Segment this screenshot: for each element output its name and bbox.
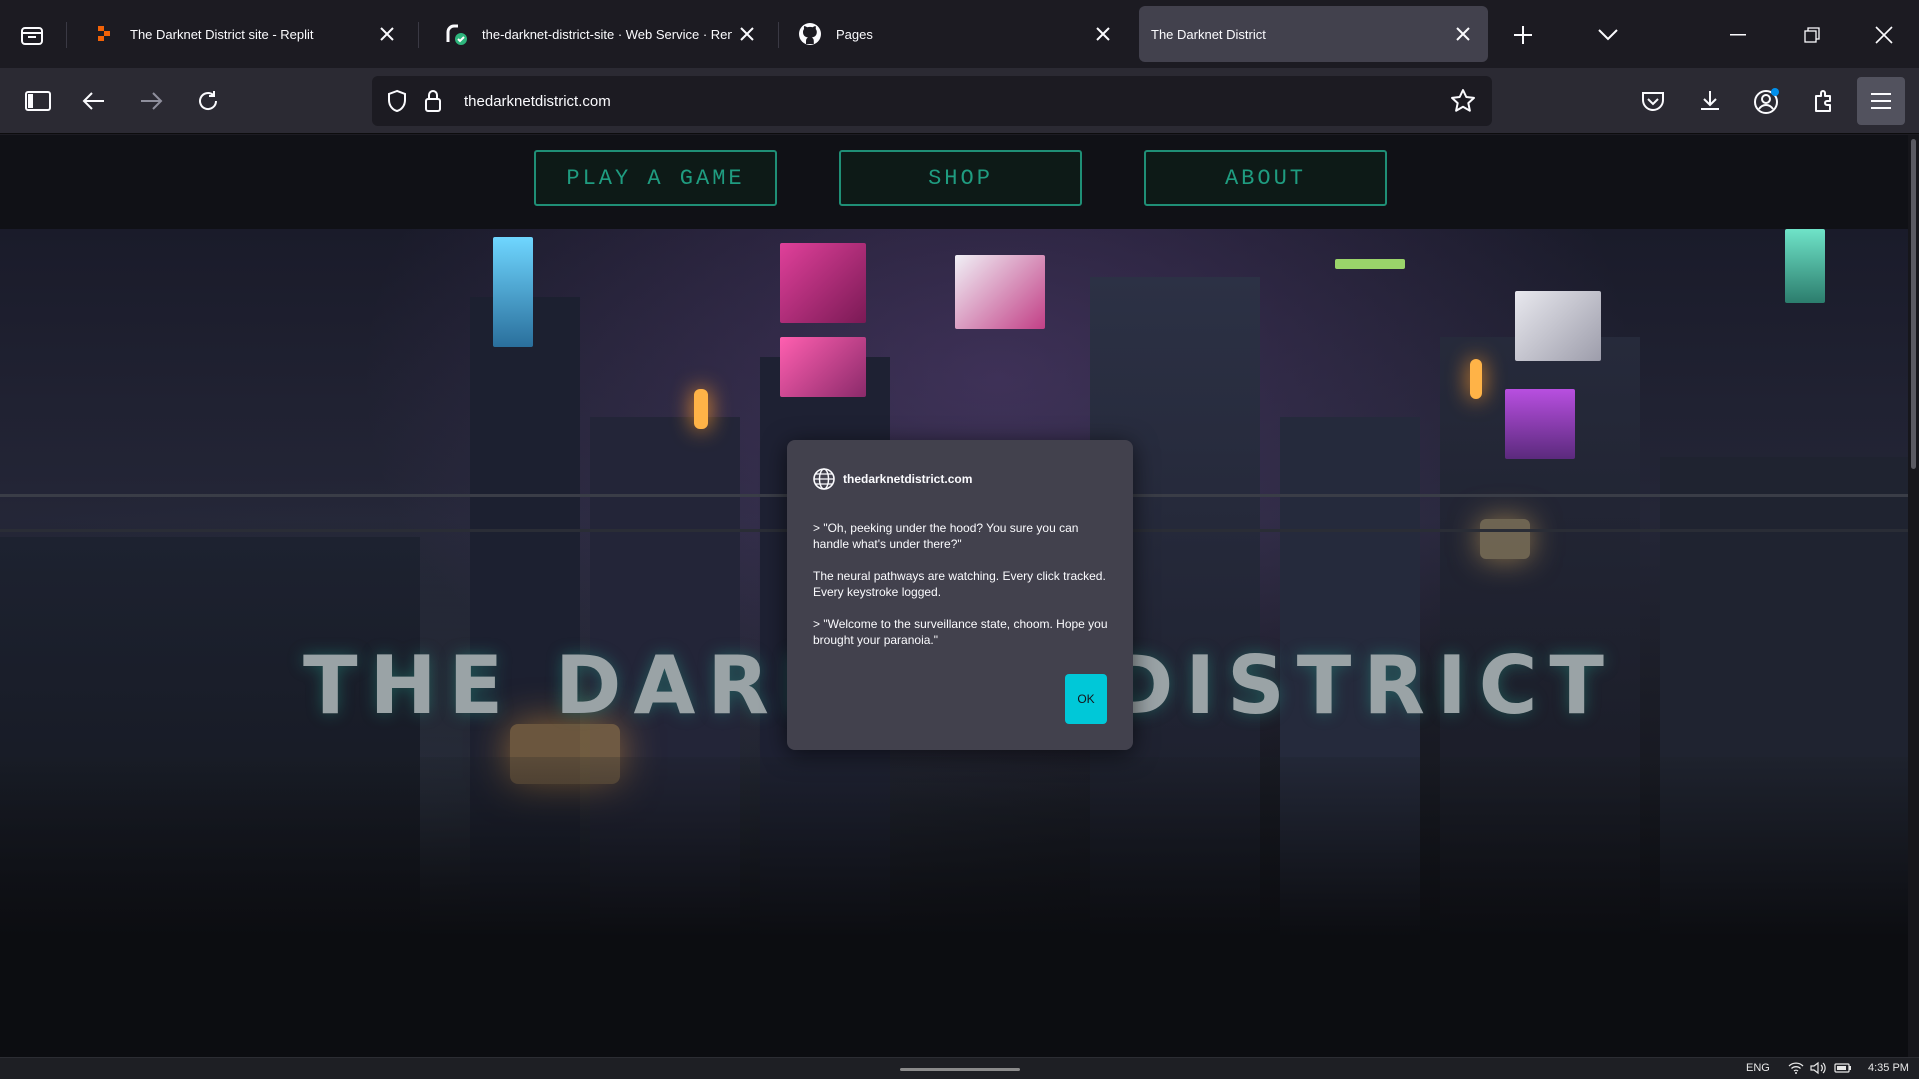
app-menu-button[interactable] <box>1857 77 1905 125</box>
dialog-paragraph: > "Oh, peeking under the hood? You sure … <box>813 521 1079 551</box>
wifi-icon <box>1788 1062 1804 1074</box>
close-tab-icon[interactable] <box>372 19 402 49</box>
foreground-shacks <box>0 757 1919 1057</box>
url-text[interactable]: thedarknetdistrict.com <box>464 93 1448 110</box>
forward-button[interactable] <box>132 82 170 120</box>
firefox-view-icon <box>21 27 43 45</box>
street-lamp <box>1470 359 1482 399</box>
sidebar-toggle-button[interactable] <box>19 82 57 120</box>
dialog-header: thedarknetdistrict.com <box>813 468 972 490</box>
clock[interactable]: 4:35 PM <box>1868 1062 1909 1074</box>
billboard <box>1785 229 1825 303</box>
pocket-button[interactable] <box>1634 82 1672 120</box>
sidebar-icon <box>25 91 51 111</box>
clock-time: 4:35 PM <box>1868 1062 1909 1074</box>
tab-strip: The Darknet District site - Replit the-d… <box>0 0 1919 68</box>
billboard <box>955 255 1045 329</box>
about-button[interactable]: ABOUT <box>1144 150 1387 206</box>
firefox-view-button[interactable] <box>12 17 52 53</box>
close-tab-icon[interactable] <box>732 19 762 49</box>
tracking-protection-shield-icon[interactable] <box>382 86 412 116</box>
replit-icon <box>92 22 116 46</box>
restore-icon <box>1804 27 1820 43</box>
extensions-button[interactable] <box>1805 82 1843 120</box>
account-icon <box>1754 88 1779 114</box>
plus-icon <box>1514 26 1532 44</box>
alert-dialog: thedarknetdistrict.com > "Oh, peeking un… <box>787 440 1133 750</box>
downloads-button[interactable] <box>1691 82 1729 120</box>
tab-separator <box>66 22 67 48</box>
close-icon <box>1875 26 1893 44</box>
battery-icon <box>1834 1063 1851 1073</box>
dialog-message: > "Oh, peeking under the hood? You sure … <box>813 520 1113 664</box>
minimize-icon <box>1730 34 1746 36</box>
system-tray-icons[interactable] <box>1788 1061 1852 1075</box>
back-button[interactable] <box>75 82 113 120</box>
puzzle-icon <box>1815 90 1831 112</box>
os-taskbar: ENG 4:35 PM <box>0 1057 1919 1079</box>
new-tab-button[interactable] <box>1505 17 1541 53</box>
hamburger-menu-icon <box>1871 93 1891 109</box>
reload-button[interactable] <box>189 82 227 120</box>
tab-title: The Darknet District <box>1151 26 1266 42</box>
github-icon <box>798 22 822 46</box>
site-navigation: PLAY A GAME SHOP ABOUT <box>0 135 1919 229</box>
street-lamp <box>694 389 708 429</box>
dialog-origin: thedarknetdistrict.com <box>843 472 973 486</box>
tab-darknet-district[interactable]: The Darknet District <box>1139 6 1488 62</box>
volume-icon <box>1810 1061 1826 1075</box>
billboard <box>1505 389 1575 459</box>
tab-title: The Darknet District site - Replit <box>130 26 314 42</box>
address-bar[interactable]: thedarknetdistrict.com <box>372 76 1492 126</box>
play-a-game-button[interactable]: PLAY A GAME <box>534 150 777 206</box>
billboard <box>493 237 533 347</box>
billboard <box>1515 291 1601 361</box>
bookmark-star-icon[interactable] <box>1448 86 1478 116</box>
list-all-tabs-button[interactable] <box>1590 17 1626 53</box>
tab-github-pages[interactable]: Pages <box>778 6 1128 62</box>
lock-icon[interactable] <box>418 86 448 116</box>
minimize-window-button[interactable] <box>1720 17 1756 53</box>
billboard <box>780 243 866 323</box>
navigation-toolbar: thedarknetdistrict.com <box>0 68 1919 134</box>
arrow-left-icon <box>82 92 104 110</box>
tab-title: Pages <box>836 26 873 42</box>
chevron-down-icon <box>1598 29 1618 41</box>
download-icon <box>1701 91 1719 110</box>
taskbar-handle[interactable] <box>900 1068 1020 1071</box>
close-tab-icon[interactable] <box>1448 19 1478 49</box>
arrow-right-icon <box>141 92 163 110</box>
shop-button[interactable]: SHOP <box>839 150 1082 206</box>
ok-button[interactable]: OK <box>1065 674 1107 724</box>
dialog-paragraph: > "Welcome to the surveillance state, ch… <box>813 617 1108 647</box>
scrollbar-thumb[interactable] <box>1911 139 1916 469</box>
pocket-icon <box>1642 92 1664 111</box>
close-window-button[interactable] <box>1866 17 1902 53</box>
tab-separator <box>418 22 419 48</box>
account-button[interactable] <box>1748 82 1786 120</box>
system-tray: ENG <box>1746 1062 1770 1074</box>
restore-window-button[interactable] <box>1794 17 1830 53</box>
billboard <box>1335 259 1405 269</box>
close-tab-icon[interactable] <box>1088 19 1118 49</box>
tab-render[interactable]: the-darknet-district-site · Web Service … <box>424 6 772 62</box>
tab-replit[interactable]: The Darknet District site - Replit <box>72 6 412 62</box>
page-scrollbar[interactable] <box>1908 135 1919 1057</box>
tab-title: the-darknet-district-site · Web Service … <box>482 26 732 42</box>
billboard <box>780 337 866 397</box>
dialog-paragraph: The neural pathways are watching. Every … <box>813 569 1106 599</box>
render-icon <box>444 22 468 46</box>
web-page: PLAY A GAME SHOP ABOUT THE DARKNET DISTR <box>0 135 1919 1057</box>
language-indicator[interactable]: ENG <box>1746 1062 1770 1074</box>
window-glow <box>1480 519 1530 559</box>
globe-icon <box>813 468 835 490</box>
reload-icon <box>199 91 218 110</box>
